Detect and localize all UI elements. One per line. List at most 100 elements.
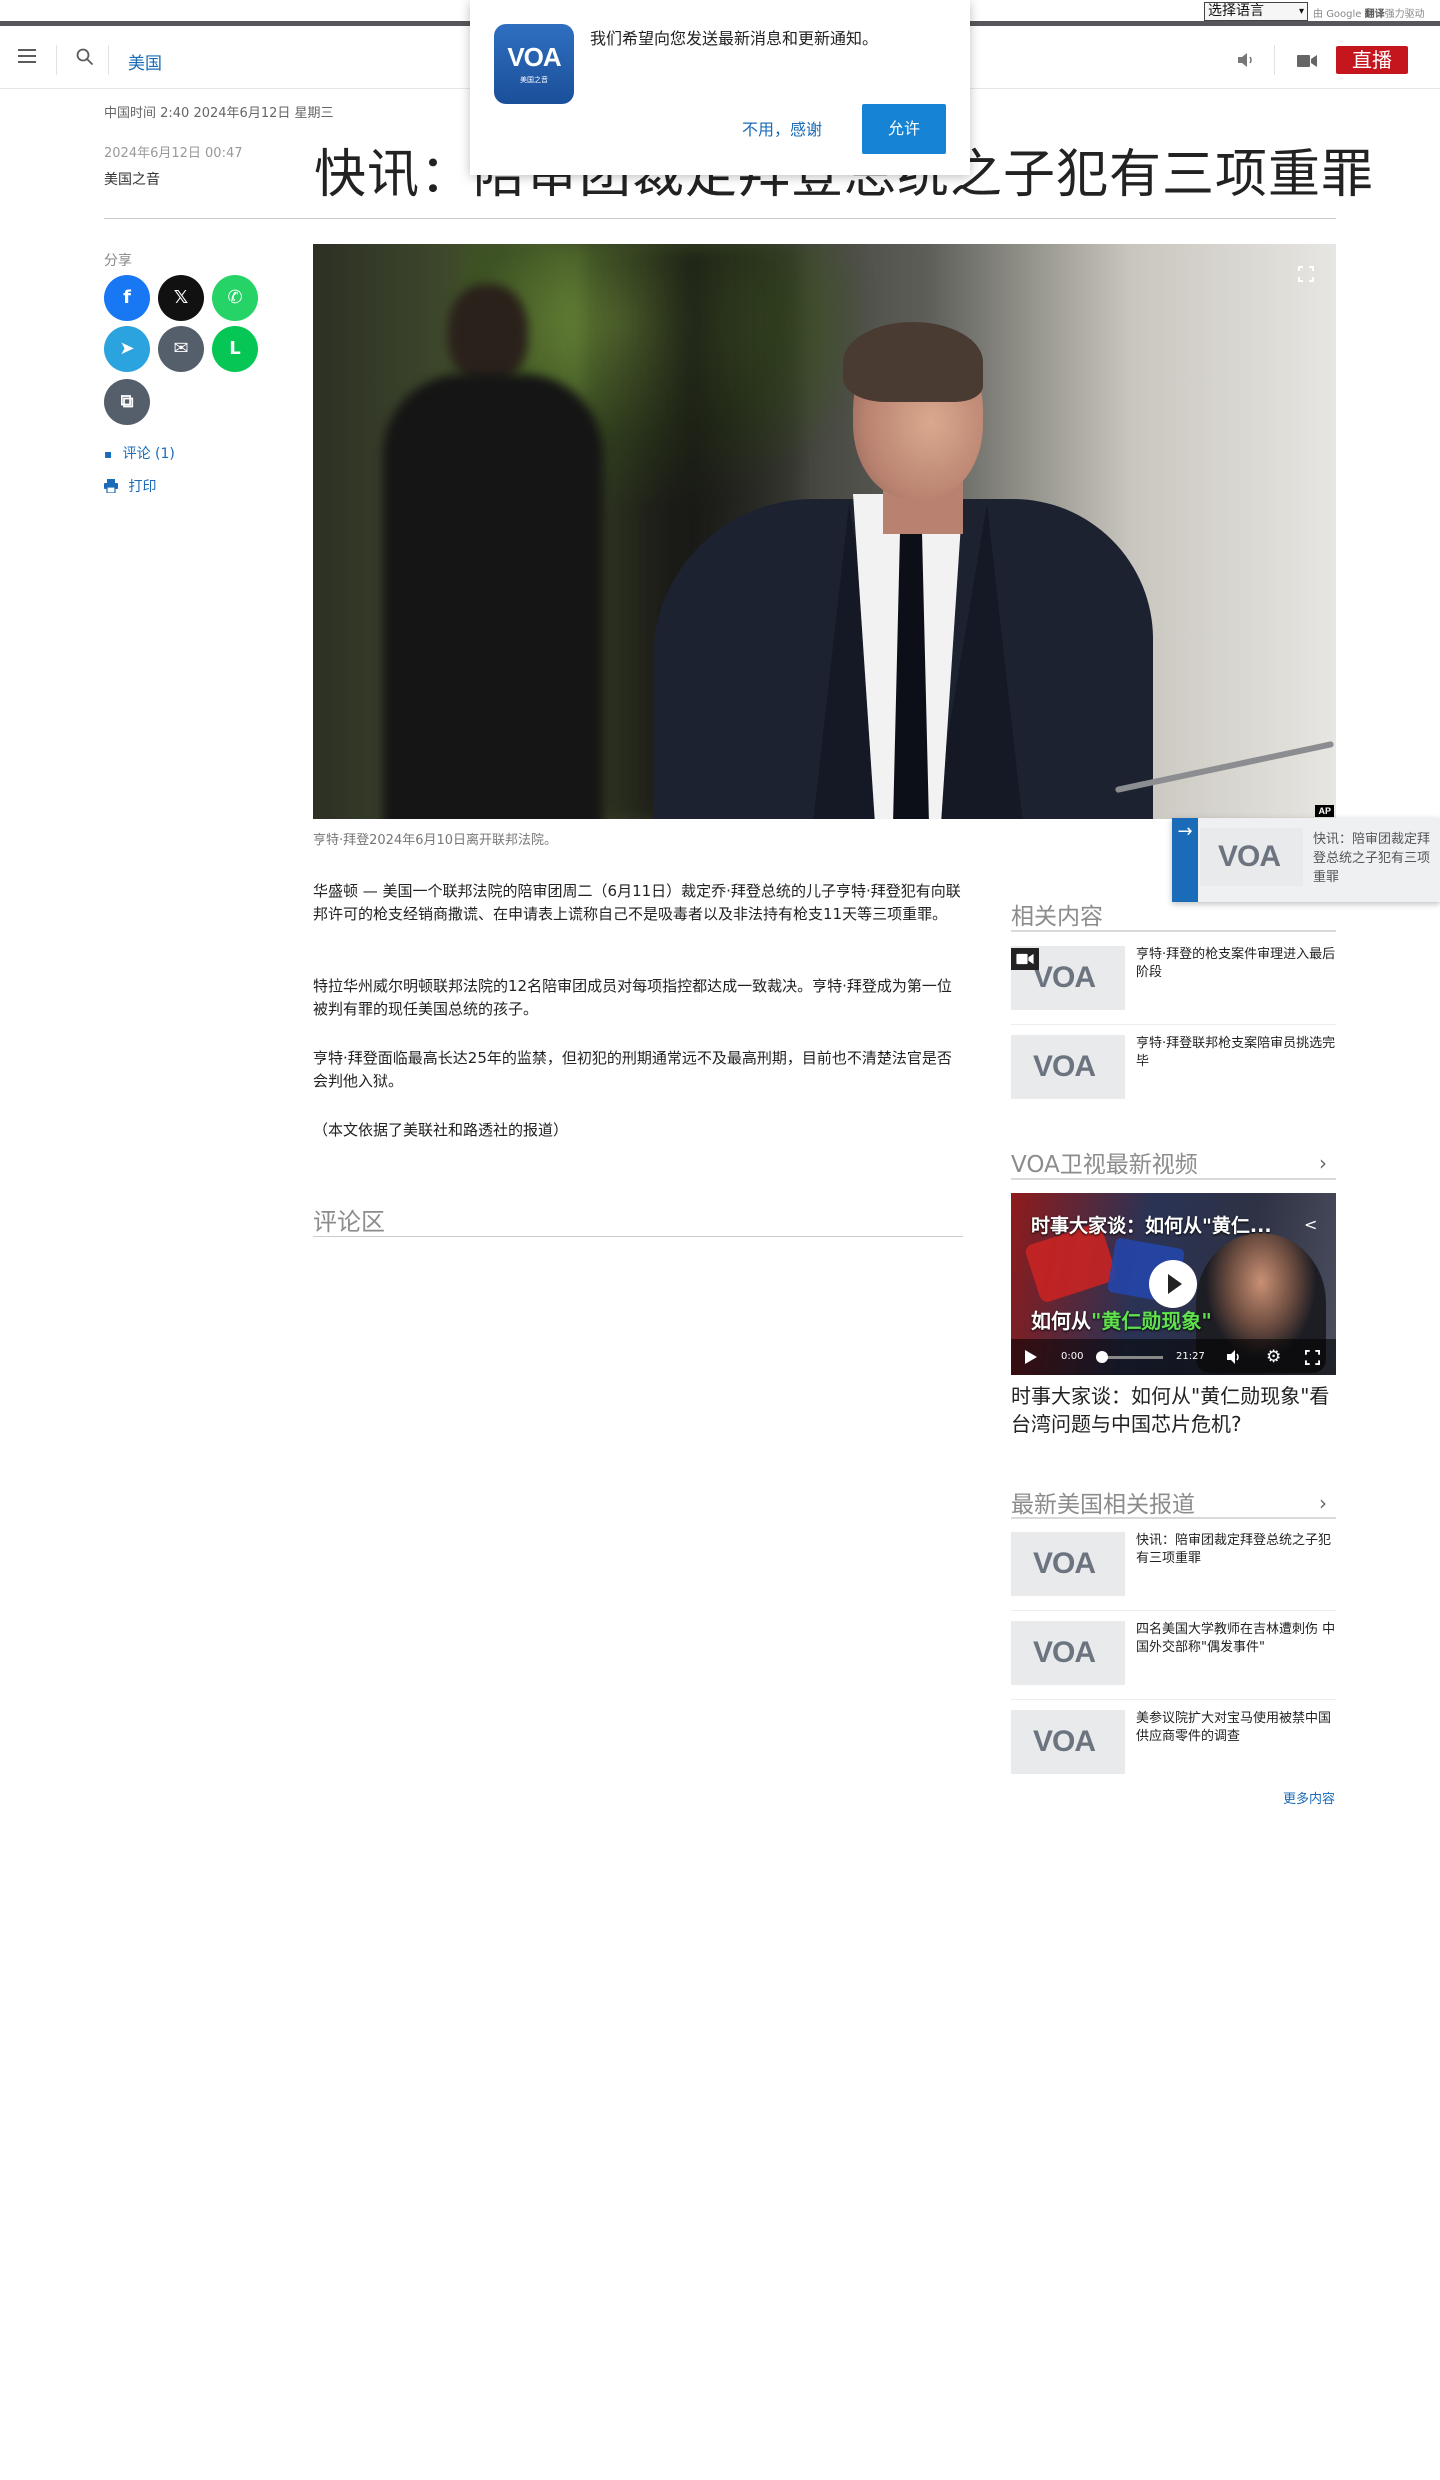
article-paragraph: 华盛顿 — 美国一个联邦法院的陪审团周二（6月11日）裁定乔·拜登总统的儿子亨特… xyxy=(313,882,961,923)
author-name[interactable]: 美国之音 xyxy=(104,169,160,189)
related-title: 相关内容 xyxy=(1011,904,1103,930)
related-divider xyxy=(1011,930,1336,932)
play-icon[interactable] xyxy=(1025,1350,1037,1364)
language-select-label: 选择语言 xyxy=(1208,3,1264,19)
latest-item-title[interactable]: 快讯：陪审团裁定拜登总统之子犯有三项重罪 xyxy=(1136,1532,1336,1568)
latest-thumb[interactable]: VOA xyxy=(1011,1532,1125,1596)
more-content-link[interactable]: 更多内容 xyxy=(1283,1788,1335,1807)
powered-suffix: 强力驱动 xyxy=(1384,9,1425,20)
voa-app-logo-sub: 美国之音 xyxy=(520,76,548,84)
video-progress-bar[interactable] xyxy=(1103,1356,1163,1359)
line-icon: L xyxy=(229,338,241,359)
allow-notifications-button[interactable]: 允许 xyxy=(862,104,946,154)
x-icon: 𝕏 xyxy=(173,287,189,308)
voa-logo: VOA xyxy=(1033,1725,1096,1758)
volume-icon[interactable] xyxy=(1227,1350,1243,1364)
latest-item-title[interactable]: 美参议院扩大对宝马使用被禁中国供应商零件的调查 xyxy=(1136,1710,1336,1746)
share-email-button[interactable]: ✉ xyxy=(158,326,204,372)
fullscreen-icon[interactable] xyxy=(1298,266,1314,282)
chevron-right-icon: › xyxy=(1319,1151,1327,1175)
fullscreen-icon[interactable] xyxy=(1305,1350,1320,1365)
item-divider xyxy=(1011,1610,1336,1611)
play-button[interactable] xyxy=(1149,1260,1197,1308)
language-select[interactable]: 选择语言 ▾ xyxy=(1204,2,1308,21)
share-telegram-button[interactable]: ➤ xyxy=(104,326,150,372)
comments-section-title: 评论区 xyxy=(313,1208,385,1236)
powered-by-google: 由 Google 翻译强力驱动 xyxy=(1313,5,1425,20)
settings-gear-icon[interactable]: ⚙ xyxy=(1266,1347,1281,1367)
header-divider xyxy=(1274,45,1275,75)
latest-thumb[interactable]: VOA xyxy=(1011,1710,1125,1774)
video-overlay-headline-b: "黄仁勋现象" xyxy=(1091,1309,1212,1333)
whatsapp-icon: ✆ xyxy=(227,287,243,308)
next-article-thumb: VOA xyxy=(1200,828,1303,886)
latest-section-title-text: 最新美国相关报道 xyxy=(1011,1492,1195,1518)
article-paragraph: 特拉华州威尔明顿联邦法院的12名陪审团成员对每项指控都达成一致裁决。亨特·拜登成… xyxy=(313,977,952,1018)
comment-icon: ▪ xyxy=(104,447,113,461)
video-camera-icon xyxy=(1011,948,1039,970)
translate-label: 翻译 xyxy=(1364,9,1385,20)
comments-divider xyxy=(313,1236,963,1237)
voa-logo: VOA xyxy=(1033,1636,1096,1669)
share-whatsapp-button[interactable]: ✆ xyxy=(212,275,258,321)
item-divider xyxy=(1011,1699,1336,1700)
audio-icon[interactable] xyxy=(1236,51,1256,69)
next-article-popup[interactable]: → VOA 快讯：陪审团裁定拜登总统之子犯有三项重罪 xyxy=(1172,818,1440,902)
latest-section-title[interactable]: 最新美国相关报道 › xyxy=(1011,1485,1327,1519)
menu-icon[interactable] xyxy=(18,49,36,65)
google-logo: Google xyxy=(1326,9,1362,20)
latest-thumb[interactable]: VOA xyxy=(1011,1621,1125,1685)
latest-item-title[interactable]: 四名美国大学教师在吉林遭刺伤 中国外交部称"偶发事件" xyxy=(1136,1621,1336,1657)
arrow-right-icon: → xyxy=(1172,818,1198,902)
item-divider xyxy=(1011,1024,1336,1025)
headline-divider xyxy=(104,218,1336,219)
video-player[interactable]: 时事大家谈：如何从"黄仁... < 如何从"黄仁勋现象" 0:00 21:27 … xyxy=(1011,1193,1336,1375)
related-item-title[interactable]: 亨特·拜登联邦枪支案陪审员挑选完毕 xyxy=(1136,1035,1336,1071)
video-current-time: 0:00 xyxy=(1061,1351,1084,1362)
comments-link[interactable]: ▪ 评论 (1) xyxy=(104,443,175,463)
voa-app-logo: VOA 美国之音 xyxy=(494,24,574,104)
related-thumb[interactable]: VOA xyxy=(1011,1035,1125,1099)
video-total-time: 21:27 xyxy=(1176,1351,1205,1362)
video-overlay-headline: 如何从"黄仁勋现象" xyxy=(1031,1305,1212,1334)
voa-logo: VOA xyxy=(1218,840,1281,873)
email-icon: ✉ xyxy=(173,338,189,359)
share-x-button[interactable]: 𝕏 xyxy=(158,275,204,321)
video-overlay-headline-a: 如何从 xyxy=(1031,1309,1091,1333)
print-link[interactable]: 打印 xyxy=(104,476,156,496)
image-caption: 亨特·拜登2024年6月10日离开联邦法院。 xyxy=(313,833,558,848)
tv-divider xyxy=(1011,1178,1336,1180)
header-divider xyxy=(56,45,57,75)
hero-image[interactable]: AP xyxy=(313,244,1336,819)
copy-icon: ⧉ xyxy=(120,391,134,412)
share-label: 分享 xyxy=(104,253,132,269)
print-link-label: 打印 xyxy=(128,479,157,495)
share-copy-button[interactable]: ⧉ xyxy=(104,379,150,425)
share-line-button[interactable]: L xyxy=(212,326,258,372)
share-icon[interactable]: < xyxy=(1304,1215,1317,1234)
notification-permission-dialog: VOA 美国之音 我们希望向您发送最新消息和更新通知。 不用，感谢 允许 xyxy=(470,0,970,175)
facebook-icon: f xyxy=(123,287,131,308)
video-caption[interactable]: 时事大家谈：如何从"黄仁勋现象"看台湾问题与中国芯片危机? xyxy=(1011,1382,1336,1438)
tv-section-title[interactable]: VOA卫视最新视频 › xyxy=(1011,1145,1327,1179)
voa-logo: VOA xyxy=(1033,961,1096,994)
dateline: 中国时间 2:40 2024年6月12日 星期三 xyxy=(104,106,334,121)
voa-logo: VOA xyxy=(1033,1547,1096,1580)
decline-notifications-button[interactable]: 不用，感谢 xyxy=(742,116,822,140)
video-progress-knob[interactable] xyxy=(1096,1351,1108,1363)
search-icon[interactable] xyxy=(76,48,94,66)
chevron-right-icon: › xyxy=(1319,1491,1327,1515)
section-link-us[interactable]: 美国 xyxy=(128,49,162,74)
voa-app-logo-mark: VOA xyxy=(507,42,561,72)
related-item-title[interactable]: 亨特·拜登的枪支案件审理进入最后阶段 xyxy=(1136,946,1336,982)
notification-message: 我们希望向您发送最新消息和更新通知。 xyxy=(590,29,879,48)
article-paragraph: （本文依据了美联社和路透社的报道） xyxy=(313,1121,569,1139)
photo-credit-badge: AP xyxy=(1315,805,1334,817)
video-camera-icon[interactable] xyxy=(1297,54,1317,68)
article-paragraph: 亨特·拜登面临最高长达25年的监禁，但初犯的刑期通常远不及最高刑期，目前也不清楚… xyxy=(313,1049,952,1090)
live-button[interactable]: 直播 xyxy=(1336,46,1408,74)
chevron-down-icon: ▾ xyxy=(1298,6,1304,17)
powered-prefix: 由 xyxy=(1313,9,1323,20)
next-article-title: 快讯：陪审团裁定拜登总统之子犯有三项重罪 xyxy=(1313,832,1431,885)
share-facebook-button[interactable]: f xyxy=(104,275,150,321)
